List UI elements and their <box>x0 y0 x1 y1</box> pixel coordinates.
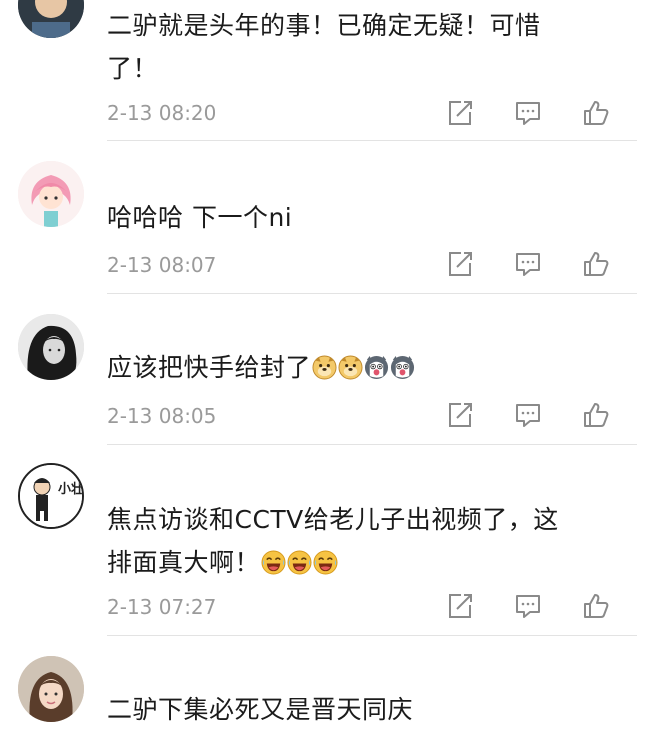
avatar-text: 小壮 <box>58 481 82 497</box>
comment-text: 焦点访谈和CCTV给老儿子出视频了，这 排面真大啊！ <box>107 498 627 584</box>
share-icon <box>445 400 475 430</box>
reply-button[interactable] <box>513 98 543 128</box>
comment-text: 二驴下集必死又是晋天同庆 <box>107 695 414 724</box>
like-icon <box>581 400 611 430</box>
like-button[interactable] <box>581 400 611 430</box>
avatar[interactable]: 小壮 <box>18 463 84 529</box>
boy-avatar-icon <box>18 0 84 38</box>
girl-photo-icon <box>18 656 84 722</box>
comment-text: 哈哈哈 下一个ni <box>107 203 293 232</box>
divider <box>107 140 637 141</box>
comment-text-line: 焦点访谈和CCTV给老儿子出视频了，这 <box>107 505 559 534</box>
comment-time: 2-13 08:07 <box>107 253 217 277</box>
share-button[interactable] <box>445 98 475 128</box>
reply-icon <box>513 591 543 621</box>
husky-emoji-icon <box>390 355 415 380</box>
comment-text-line: 二驴就是头年的事！已确定无疑！可惜 <box>107 11 541 40</box>
comment-text-line: 排面真大啊！ <box>107 548 261 577</box>
comment-text-content: 应该把快手给封了 <box>107 353 312 382</box>
share-icon <box>445 98 475 128</box>
avatar[interactable] <box>18 161 84 227</box>
doge-emoji-icon <box>312 355 337 380</box>
like-icon <box>581 249 611 279</box>
comment-text: 二驴就是头年的事！已确定无疑！可惜 了！ <box>107 4 627 90</box>
share-button[interactable] <box>445 249 475 279</box>
avatar[interactable] <box>18 656 84 722</box>
reply-icon <box>513 249 543 279</box>
avatar[interactable] <box>18 314 84 380</box>
reply-button[interactable] <box>513 400 543 430</box>
reply-icon <box>513 98 543 128</box>
laughing-cry-emoji-icon <box>261 550 286 575</box>
avatar[interactable] <box>18 0 84 38</box>
comment-time: 2-13 07:27 <box>107 595 217 619</box>
like-button[interactable] <box>581 591 611 621</box>
share-button[interactable] <box>445 400 475 430</box>
comment-text: 应该把快手给封了 <box>107 346 627 389</box>
divider <box>107 635 637 636</box>
like-icon <box>581 98 611 128</box>
reply-button[interactable] <box>513 249 543 279</box>
reply-button[interactable] <box>513 591 543 621</box>
like-button[interactable] <box>581 98 611 128</box>
divider <box>107 293 637 294</box>
reply-icon <box>513 400 543 430</box>
share-icon <box>445 249 475 279</box>
husky-emoji-icon <box>364 355 389 380</box>
like-icon <box>581 591 611 621</box>
pink-hair-girl-icon <box>18 161 84 227</box>
laughing-cry-emoji-icon <box>313 550 338 575</box>
cartoon-avatar-icon: 小壮 <box>20 465 82 527</box>
comment-text-line: 了！ <box>107 54 159 83</box>
laughing-cry-emoji-icon <box>287 550 312 575</box>
share-icon <box>445 591 475 621</box>
comment-time: 2-13 08:20 <box>107 101 217 125</box>
doge-emoji-icon <box>338 355 363 380</box>
like-button[interactable] <box>581 249 611 279</box>
comment-time: 2-13 08:05 <box>107 404 217 428</box>
woman-bw-icon <box>18 314 84 380</box>
divider <box>107 444 637 445</box>
share-button[interactable] <box>445 591 475 621</box>
